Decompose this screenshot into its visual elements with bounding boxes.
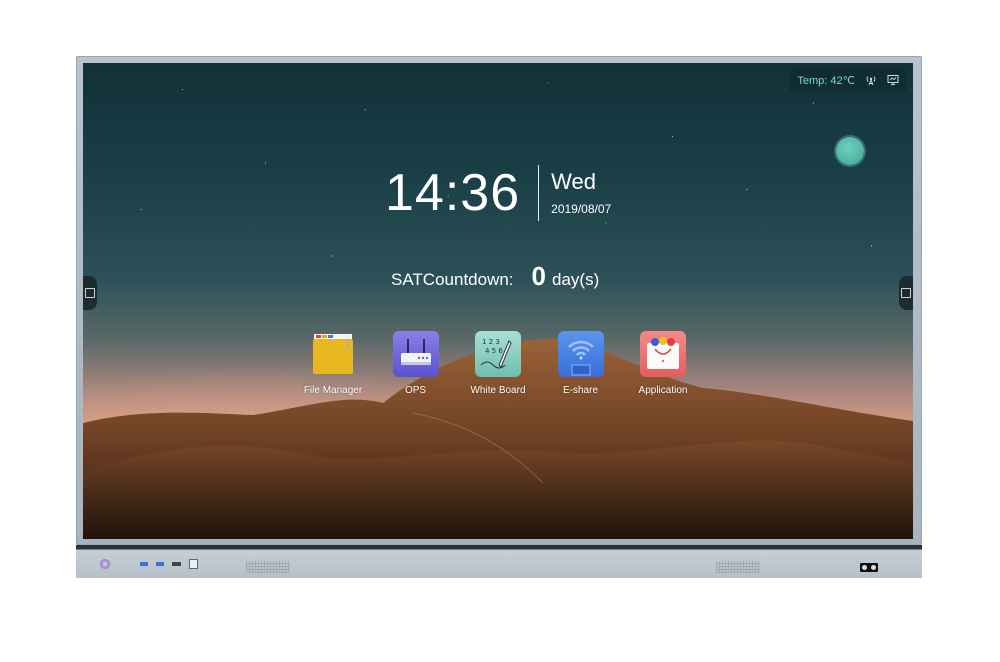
app-white-board[interactable]: 1 2 34 5 6 White Board: [458, 331, 538, 396]
display-bezel: Temp: 42℃ 14:36 Wed 2019/08/07 SATCountd…: [76, 56, 922, 545]
svg-text:1 2 3: 1 2 3: [482, 338, 500, 346]
front-ports: [100, 559, 198, 569]
countdown-widget: SATCountdown: 0 day(s): [391, 261, 599, 292]
ir-sensor-icon: [860, 563, 878, 572]
clock-weekday: Wed: [551, 169, 596, 194]
temperature-value: 42℃: [830, 74, 855, 87]
app-label: File Manager: [303, 385, 363, 396]
app-application[interactable]: Application: [623, 331, 703, 396]
speaker-grille-left: [246, 561, 290, 573]
app-label: White Board: [470, 385, 526, 396]
temperature-label: Temp: 42℃: [797, 74, 855, 87]
home-screen: Temp: 42℃ 14:36 Wed 2019/08/07 SATCountd…: [83, 63, 913, 539]
app-launcher: File Manager OPS 1 2 34 5 6 White Board: [293, 331, 703, 396]
interactive-display: Temp: 42℃ 14:36 Wed 2019/08/07 SATCountd…: [76, 56, 922, 578]
app-label: OPS: [404, 385, 427, 396]
app-label: Application: [638, 385, 688, 396]
app-bag-icon: [640, 331, 686, 377]
countdown-value: 0: [531, 261, 546, 291]
clock-divider: [538, 165, 540, 221]
app-e-share[interactable]: E-share: [541, 331, 621, 396]
speaker-grille-right: [716, 561, 760, 573]
app-file-manager[interactable]: File Manager: [293, 331, 373, 396]
floating-menu-button[interactable]: [836, 137, 864, 165]
side-menu-button-left[interactable]: [83, 276, 97, 310]
front-panel: [76, 545, 922, 578]
router-icon: [392, 331, 439, 377]
hdmi-port-icon: [172, 562, 181, 566]
folder-icon: [310, 331, 356, 377]
signal-tower-icon[interactable]: [865, 74, 877, 86]
status-bar: Temp: 42℃: [789, 69, 907, 91]
wallpaper-mountains: [83, 338, 913, 539]
clock-widget: 14:36 Wed 2019/08/07: [385, 163, 611, 223]
app-label: E-share: [562, 385, 598, 396]
svg-text:4 5 6: 4 5 6: [485, 347, 503, 355]
side-menu-icon: [901, 288, 911, 298]
side-menu-icon: [85, 288, 95, 298]
side-menu-button-right[interactable]: [899, 276, 913, 310]
countdown-unit: day(s): [552, 270, 600, 289]
usb-port-icon: [156, 562, 164, 566]
touch-usb-port-icon: [189, 559, 198, 569]
power-button-icon[interactable]: [100, 559, 110, 569]
wifi-screen-icon: [557, 331, 604, 377]
clock-time: 14:36: [385, 164, 521, 222]
whiteboard-pen-icon: 1 2 34 5 6: [475, 331, 521, 377]
clock-date: 2019/08/07: [551, 202, 612, 216]
countdown-label: SATCountdown:: [391, 270, 514, 289]
screen-cast-icon[interactable]: [887, 74, 899, 86]
usb-port-icon: [140, 562, 148, 566]
app-ops[interactable]: OPS: [376, 331, 456, 396]
